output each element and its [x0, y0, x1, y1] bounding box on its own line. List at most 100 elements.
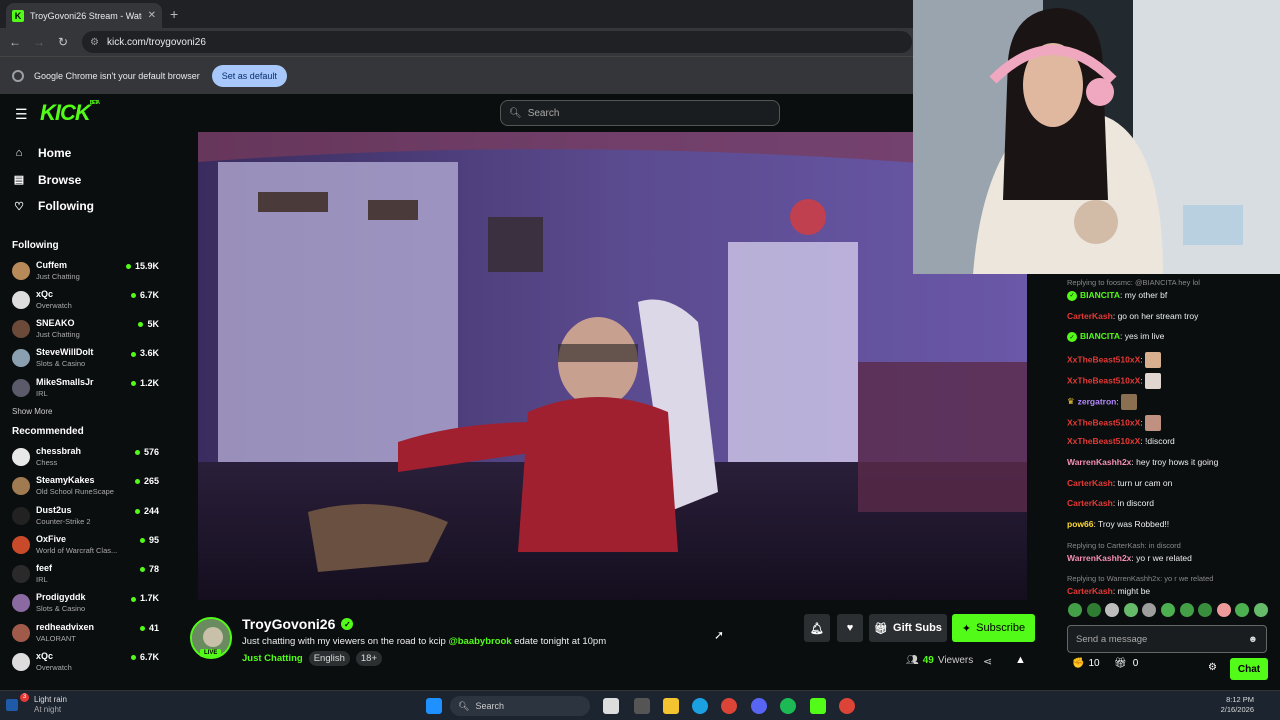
notify-button[interactable]: 🔔︎: [804, 614, 830, 642]
back-icon[interactable]: ←: [3, 35, 27, 49]
follow-button[interactable]: ♥: [837, 614, 863, 642]
emote-icon[interactable]: [1086, 603, 1101, 617]
sidebar-channel[interactable]: xQc Overwatch 6.7K: [0, 648, 170, 677]
emote-icon[interactable]: [1142, 603, 1157, 617]
chat-username[interactable]: XxTheBeast510xX: [1067, 436, 1140, 446]
sidebar-channel[interactable]: Prodigyddk Slots & Casino 1.7K: [0, 589, 170, 618]
send-message-input[interactable]: Send a message ☻: [1067, 625, 1267, 653]
sidebar-channel[interactable]: SNEAKO Just Chatting 5K: [0, 315, 170, 344]
sidebar-channel[interactable]: SteveWillDoIt Slots & Casino 3.6K: [0, 344, 170, 373]
chat-username[interactable]: zergatron: [1078, 396, 1117, 406]
category-link[interactable]: Just Chatting: [242, 653, 303, 664]
chat-username[interactable]: XxTheBeast510xX: [1067, 354, 1140, 364]
chat-username[interactable]: WarrenKashh2x: [1067, 457, 1131, 467]
taskbar-search[interactable]: 🔍︎ Search: [450, 696, 590, 716]
sidebar-channel[interactable]: redheadvixen VALORANT 41: [0, 619, 170, 648]
discord-icon[interactable]: [751, 698, 767, 714]
capcut-icon[interactable]: [634, 698, 650, 714]
channel-category: Overwatch: [36, 663, 72, 673]
chat-message: WarrenKashh2x: yo r we related: [1067, 552, 1192, 563]
chat-send-button[interactable]: Chat: [1230, 658, 1268, 680]
streamer-name[interactable]: TroyGovoni26 ✓: [242, 616, 354, 632]
chat-username[interactable]: CarterKash: [1067, 478, 1113, 488]
tag-mature[interactable]: 18+: [355, 651, 382, 666]
nav-following[interactable]: ♡ Following: [0, 193, 170, 220]
sidebar-channel[interactable]: Dust2us Counter-Strike 2 244: [0, 502, 170, 531]
emote-icon[interactable]: [1123, 603, 1138, 617]
url-field[interactable]: ⚙ kick.com/troygovoni26: [82, 31, 912, 53]
kick-logo[interactable]: KICKBETA: [40, 100, 100, 126]
spotify-icon[interactable]: [780, 698, 796, 714]
sidebar-channel[interactable]: chessbrah Chess 576: [0, 443, 170, 472]
chat-username[interactable]: pow66: [1067, 519, 1093, 529]
menu-icon[interactable]: ☰: [15, 106, 28, 123]
close-tab-icon[interactable]: ✕: [148, 10, 156, 21]
chat-username[interactable]: BIANCITA: [1080, 331, 1120, 341]
sidebar-channel[interactable]: feef IRL 78: [0, 560, 170, 589]
nav-home[interactable]: ⌂ Home: [0, 140, 170, 167]
tag-language[interactable]: English: [308, 651, 350, 666]
kicks-balance[interactable]: ✊ 10: [1072, 658, 1100, 669]
sidebar-channel[interactable]: Cuffem Just Chatting 15.9K: [0, 257, 170, 286]
channel-avatar: [12, 378, 30, 397]
search-icon: 🔍︎: [509, 107, 522, 119]
sidebar-channel[interactable]: SteamyKakes Old School RuneScape 265: [0, 472, 170, 501]
emote-icon[interactable]: [1179, 603, 1194, 617]
share-icon[interactable]: ⋖: [983, 655, 992, 668]
set-default-button[interactable]: Set as default: [211, 64, 287, 87]
chat-settings-icon[interactable]: ⚙: [1208, 662, 1217, 673]
chat-username[interactable]: CarterKash: [1067, 498, 1113, 508]
weather-widget[interactable]: Light rain At night: [34, 695, 67, 715]
emoji-icon[interactable]: ☻: [1248, 634, 1258, 645]
gift-balance[interactable]: 🎁︎ 0: [1114, 658, 1138, 669]
emote-icon[interactable]: [1216, 603, 1231, 617]
chat-username[interactable]: XxTheBeast510xX: [1067, 375, 1140, 385]
mention-link[interactable]: @baabybrook: [448, 636, 511, 647]
emote-icon[interactable]: [1198, 603, 1213, 617]
chat-text: hey troy hows it going: [1136, 456, 1219, 467]
weather-icon[interactable]: [6, 699, 18, 711]
edge-icon[interactable]: [692, 698, 708, 714]
browser-tab[interactable]: K TroyGovoni26 Stream - Watch Live ✕: [6, 3, 162, 28]
emote-icon[interactable]: [1068, 603, 1082, 617]
video-player[interactable]: [198, 132, 1027, 600]
sidebar-channel[interactable]: xQc Overwatch 6.7K: [0, 286, 170, 315]
reload-icon[interactable]: ↻: [51, 35, 75, 49]
sidebar-channel[interactable]: MikeSmallsJr IRL 1.2K: [0, 374, 170, 403]
channel-name: OxFive: [36, 533, 67, 544]
channel-viewers: 6.7K: [131, 290, 159, 300]
chrome-active-icon[interactable]: [839, 698, 855, 714]
emote-icon[interactable]: [1253, 603, 1268, 617]
sidebar-channel[interactable]: OxFive World of Warcraft Clas... 95: [0, 531, 170, 560]
emote-icon[interactable]: [1105, 603, 1120, 617]
kick-app-icon[interactable]: [810, 698, 826, 714]
emote-icon: [1121, 394, 1138, 411]
emote-icon[interactable]: [1235, 603, 1250, 617]
file-explorer-icon[interactable]: [663, 698, 679, 714]
chrome-taskbar-icon[interactable]: [721, 698, 737, 714]
channel-name: chessbrah: [36, 445, 82, 456]
new-tab-icon[interactable]: +: [170, 6, 178, 22]
gift-icon: 🎁︎: [1114, 658, 1127, 669]
search-input[interactable]: 🔍︎ Search: [500, 100, 780, 126]
channel-viewers: 1.7K: [131, 593, 159, 603]
url-text: kick.com/troygovoni26: [106, 36, 206, 48]
chat-username[interactable]: CarterKash: [1067, 311, 1113, 321]
site-info-icon[interactable]: ⚙: [90, 37, 99, 48]
report-icon[interactable]: ▲: [1015, 654, 1026, 666]
chat-message: ♛ zergatron:: [1067, 394, 1138, 411]
gift-icon: 🎁︎: [874, 622, 889, 635]
gift-subs-button[interactable]: 🎁︎ Gift Subs: [869, 614, 947, 642]
windows-start-icon[interactable]: [426, 698, 442, 714]
forward-icon[interactable]: →: [27, 35, 51, 49]
chat-username[interactable]: WarrenKashh2x: [1067, 553, 1131, 563]
emote-icon[interactable]: [1160, 603, 1175, 617]
show-more-link[interactable]: Show More: [0, 407, 170, 416]
system-clock[interactable]: 8:12 PM 2/16/2026: [1221, 695, 1254, 715]
chat-username[interactable]: XxTheBeast510xX: [1067, 417, 1140, 427]
chat-username[interactable]: BIANCITA: [1080, 290, 1120, 300]
task-view-icon[interactable]: [603, 698, 619, 714]
chat-username[interactable]: CarterKash: [1067, 586, 1113, 596]
subscribe-button[interactable]: ✦ Subscribe: [952, 614, 1035, 642]
nav-browse[interactable]: ▤ Browse: [0, 167, 170, 194]
